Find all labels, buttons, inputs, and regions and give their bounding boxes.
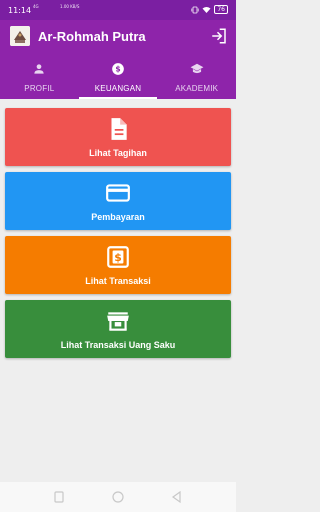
- lihat-transaksi-uang-saku-card[interactable]: Lihat Transaksi Uang Saku: [5, 300, 231, 358]
- wifi-icon: [202, 6, 211, 13]
- system-nav-bar: [0, 482, 236, 512]
- app-title: Ar-Rohmah Putra: [38, 29, 146, 44]
- tab-keuangan[interactable]: $ KEUANGAN: [78, 56, 158, 99]
- tab-akademik[interactable]: AKADEMIK: [157, 56, 236, 99]
- tab-profil[interactable]: PROFIL: [0, 56, 79, 99]
- network-indicator: 4G: [33, 4, 39, 9]
- lihat-tagihan-card[interactable]: Lihat Tagihan: [5, 108, 231, 166]
- tab-label: KEUANGAN: [94, 84, 142, 93]
- status-icons: 76: [191, 5, 228, 14]
- school-logo-icon: [10, 26, 30, 46]
- recent-apps-icon[interactable]: [52, 490, 66, 504]
- person-icon: [34, 64, 44, 74]
- status-time: 11:14: [8, 6, 32, 15]
- tab-label: PROFIL: [24, 84, 55, 93]
- network-speed: 1.00 KB/S: [60, 4, 80, 9]
- svg-text:$: $: [115, 65, 120, 74]
- card-label: Lihat Transaksi: [85, 276, 151, 286]
- tab-bar: PROFIL $ KEUANGAN AKADEMIK: [0, 56, 236, 99]
- svg-text:$: $: [114, 251, 122, 264]
- store-icon: [107, 312, 129, 331]
- pembayaran-card[interactable]: Pembayaran: [5, 172, 231, 230]
- card-label: Lihat Transaksi Uang Saku: [60, 340, 176, 350]
- logout-icon[interactable]: [210, 27, 228, 45]
- tab-label: AKADEMIK: [175, 84, 219, 93]
- school-icon: [190, 63, 204, 74]
- receipt-dollar-icon: $: [107, 246, 129, 268]
- card-label: Lihat Tagihan: [89, 148, 147, 158]
- battery-icon: 76: [214, 5, 228, 14]
- card-label: Pembayaran: [91, 212, 145, 222]
- dollar-icon: $: [112, 63, 124, 75]
- tab-indicator: [78, 97, 158, 99]
- vibrate-icon: [191, 6, 199, 13]
- app-bar: Ar-Rohmah Putra: [0, 20, 236, 56]
- credit-card-icon: [106, 184, 130, 202]
- document-icon: [111, 118, 127, 140]
- status-bar: 11:14 4G 1.00 KB/S 76: [0, 0, 236, 20]
- home-icon[interactable]: [111, 490, 125, 504]
- back-icon[interactable]: [170, 490, 184, 504]
- lihat-transaksi-card[interactable]: $ Lihat Transaksi: [5, 236, 231, 294]
